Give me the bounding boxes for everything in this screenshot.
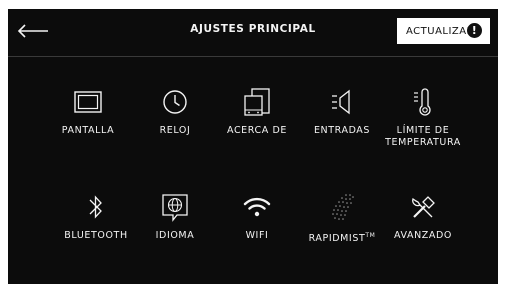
tile-acerca-de[interactable]: ACERCA DE <box>214 86 300 156</box>
tile-label: ENTRADAS <box>313 125 371 136</box>
wifi-icon <box>243 197 271 217</box>
alert-icon: ! <box>467 23 482 38</box>
tile-label: WIFI <box>245 230 269 241</box>
mist-icon <box>332 194 354 220</box>
tile-label: RELOJ <box>159 125 191 136</box>
tile-label-line2: TEMPERATURA <box>385 137 461 148</box>
clock-icon <box>163 90 187 114</box>
tile-wifi[interactable]: WIFI <box>214 191 300 261</box>
tile-label: IDIOMA <box>155 230 195 241</box>
update-button[interactable]: ACTUALIZAR ! <box>397 18 490 44</box>
tile-label: RAPIDMISTTM <box>309 230 376 245</box>
tile-idioma[interactable]: IDIOMA <box>132 191 218 261</box>
settings-screen: AJUSTES PRINCIPAL ACTUALIZAR ! PANTALLA … <box>8 9 498 284</box>
tile-label: AVANZADO <box>394 230 452 241</box>
tile-reloj[interactable]: RELOJ <box>132 86 218 156</box>
display-icon <box>74 91 102 113</box>
thermometer-icon <box>414 88 431 116</box>
tools-icon <box>412 196 435 218</box>
speaker-icon <box>332 89 350 115</box>
tile-avanzado[interactable]: AVANZADO <box>380 191 466 261</box>
tile-label: PANTALLA <box>61 125 115 136</box>
tile-pantalla[interactable]: PANTALLA <box>45 86 131 156</box>
tile-bluetooth[interactable]: BLUETOOTH <box>53 191 139 261</box>
tile-label: LÍMITE DE TEMPERATURA <box>385 125 461 149</box>
tile-label-line1: LÍMITE DE <box>396 125 450 136</box>
tile-rapidmist[interactable]: RAPIDMISTTM <box>299 191 385 261</box>
tile-label: BLUETOOTH <box>64 230 128 241</box>
devices-icon <box>244 88 270 116</box>
globe-icon <box>162 194 188 222</box>
bluetooth-icon <box>89 195 102 219</box>
tile-entradas[interactable]: ENTRADAS <box>299 86 385 156</box>
trademark-mark: TM <box>365 232 376 239</box>
header-bar: AJUSTES PRINCIPAL ACTUALIZAR ! <box>8 9 498 57</box>
tile-label-text: RAPIDMIST <box>308 233 366 244</box>
tile-label: ACERCA DE <box>227 125 287 136</box>
update-button-label: ACTUALIZAR <box>406 25 475 37</box>
tile-limite-temperatura[interactable]: LÍMITE DE TEMPERATURA <box>380 86 466 156</box>
